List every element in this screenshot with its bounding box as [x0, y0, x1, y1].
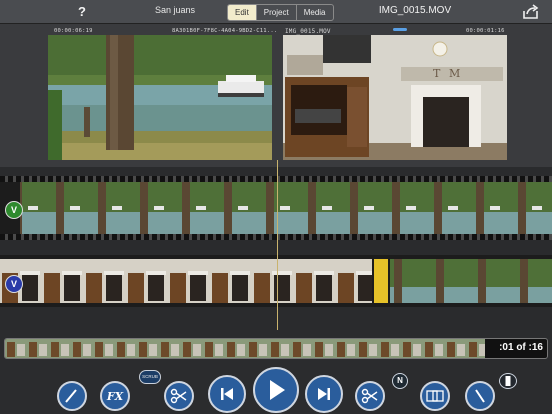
- left-clip-name: 8A301B0F-7F8C-4A04-9BD2-C11...: [172, 28, 278, 34]
- share-icon[interactable]: [522, 4, 540, 20]
- mode-segmented-control: Edit Project Media: [227, 4, 334, 21]
- n-badge[interactable]: N: [392, 373, 408, 389]
- trim-button[interactable]: [465, 381, 495, 411]
- rectangle-icon: [505, 376, 511, 386]
- tab-project[interactable]: Project: [257, 5, 297, 20]
- clip-badge[interactable]: [499, 373, 517, 389]
- top-bar: ? San juans Edit Project Media IMG_0015.…: [0, 0, 552, 24]
- previous-button[interactable]: [208, 375, 246, 413]
- playhead[interactable]: [277, 160, 278, 330]
- play-icon: [270, 380, 285, 400]
- position-indicator: [393, 28, 407, 31]
- file-title: IMG_0015.MOV: [378, 5, 452, 16]
- next-button[interactable]: [305, 375, 343, 413]
- video-track-2[interactable]: [0, 255, 552, 307]
- right-clip-name: IMG_0015.MOV: [285, 28, 331, 35]
- program-monitor[interactable]: T M: [283, 35, 507, 160]
- scissors-icon: [361, 388, 378, 404]
- video-track[interactable]: [0, 176, 552, 240]
- app-window: ? San juans Edit Project Media IMG_0015.…: [0, 0, 552, 414]
- right-timecode: 00:00:01:16: [466, 28, 505, 34]
- scrub-toggle[interactable]: SCRUB: [139, 370, 161, 384]
- skip-forward-icon: [318, 388, 330, 400]
- tab-media[interactable]: Media: [297, 5, 333, 20]
- film-sprocket: [0, 234, 552, 240]
- transition-icon: [426, 390, 444, 402]
- draw-button[interactable]: [57, 381, 87, 411]
- scrub-strip[interactable]: :01 of :16: [4, 338, 548, 359]
- video-track-toggle[interactable]: V: [5, 201, 23, 219]
- source-monitor[interactable]: [48, 35, 272, 160]
- slash-icon: [475, 389, 485, 403]
- clip-count: :01 of :16: [499, 342, 543, 353]
- scissors-icon: [170, 388, 187, 404]
- split-button[interactable]: [355, 381, 385, 411]
- pencil-icon: [65, 389, 77, 403]
- help-button[interactable]: ?: [74, 3, 90, 21]
- cut-button[interactable]: [164, 381, 194, 411]
- project-name-button[interactable]: San juans: [150, 5, 200, 15]
- svg-text:M: M: [449, 67, 460, 80]
- video-track-2-toggle[interactable]: V: [5, 275, 23, 293]
- svg-text:T: T: [433, 67, 441, 80]
- tab-edit[interactable]: Edit: [228, 5, 257, 20]
- transition-button[interactable]: [420, 381, 450, 411]
- play-button[interactable]: [253, 367, 299, 413]
- skip-back-icon: [221, 388, 233, 400]
- left-timecode: 00:00:06:19: [54, 28, 93, 34]
- fx-button[interactable]: FX: [100, 381, 130, 411]
- fx-label: FX: [106, 389, 124, 403]
